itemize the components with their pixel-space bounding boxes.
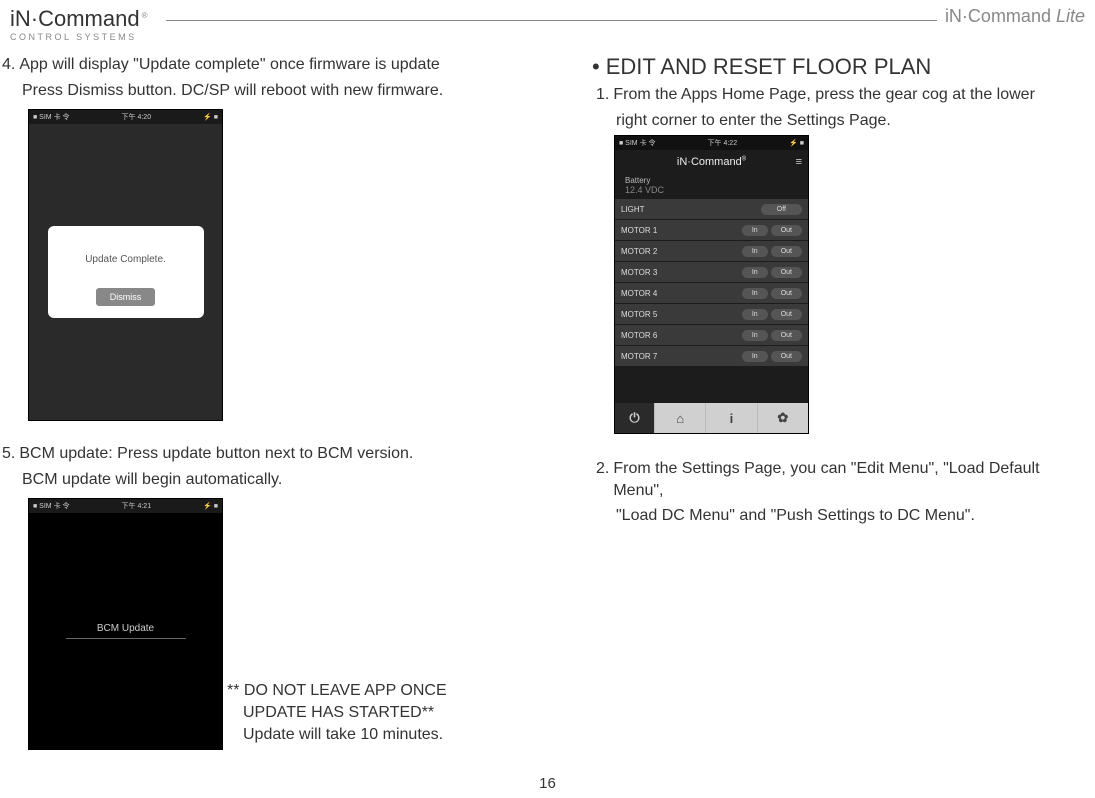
step-5: 5. BCM update: Press update button next …	[2, 443, 562, 465]
row-label: MOTOR 2	[621, 247, 739, 256]
screenshot-app-home: ■ SIM 卡 令 下午 4:22 ⚡ ■ iN·Command® ≡ Batt…	[614, 135, 809, 434]
row-button[interactable]: Out	[771, 246, 802, 257]
row-label: MOTOR 7	[621, 352, 739, 361]
update-complete-modal: Update Complete. Dismiss	[48, 226, 204, 318]
right-step-2: 2. From the Settings Page, you can "Edit…	[596, 458, 1085, 501]
row-button[interactable]: In	[742, 351, 768, 362]
nav-gear-button[interactable]: ✿	[758, 403, 808, 433]
logo-reg: ®	[142, 11, 148, 20]
right-step-2-line2: "Load DC Menu" and "Push Settings to DC …	[592, 505, 1085, 527]
app-row: MOTOR 5InOut	[615, 304, 808, 325]
logo-left-main: iN·Command	[10, 6, 140, 31]
logo-right: iN·Command Lite	[945, 6, 1085, 27]
app-title-bar: iN·Command® ≡	[615, 150, 808, 174]
screenshot-update-complete: ■ SIM 卡 令 下午 4:20 ⚡ ■ Update Complete. D…	[28, 109, 223, 421]
step-4-line2: Press Dismiss button. DC/SP will reboot …	[2, 80, 562, 102]
app-row: MOTOR 2InOut	[615, 241, 808, 262]
row-button[interactable]: In	[742, 330, 768, 341]
row-button[interactable]: Off	[761, 204, 802, 215]
warning-text: ** DO NOT LEAVE APP ONCE UPDATE HAS STAR…	[227, 680, 562, 745]
row-button[interactable]: In	[742, 246, 768, 257]
row-button[interactable]: Out	[771, 351, 802, 362]
right-step-1-line2: right corner to enter the Settings Page.	[592, 110, 1085, 132]
dismiss-button[interactable]: Dismiss	[96, 288, 156, 306]
row-label: MOTOR 4	[621, 289, 739, 298]
row-button[interactable]: In	[742, 288, 768, 299]
status-right: ⚡ ■	[203, 113, 218, 121]
screenshot-bcm-update: ■ SIM 卡 令 下午 4:21 ⚡ ■ BCM Update	[28, 498, 223, 750]
modal-message: Update Complete.	[48, 254, 204, 265]
menu-icon[interactable]: ≡	[796, 156, 802, 168]
row-label: MOTOR 3	[621, 268, 739, 277]
status-left: ■ SIM 卡 令	[619, 138, 656, 148]
app-row: MOTOR 6InOut	[615, 325, 808, 346]
step-5-line2: BCM update will begin automatically.	[2, 469, 562, 491]
row-label: MOTOR 5	[621, 310, 739, 319]
row-button[interactable]: In	[742, 309, 768, 320]
status-right: ⚡ ■	[203, 502, 218, 510]
status-center: 下午 4:21	[122, 501, 152, 511]
nav-power-button[interactable]: ⏻	[615, 403, 655, 433]
right-step-1: 1. From the Apps Home Page, press the ge…	[596, 84, 1085, 106]
app-row: MOTOR 3InOut	[615, 262, 808, 283]
row-button[interactable]: Out	[771, 267, 802, 278]
header-divider	[166, 20, 937, 21]
row-button[interactable]: Out	[771, 225, 802, 236]
row-label: MOTOR 1	[621, 226, 739, 235]
app-row: LIGHTOff	[615, 199, 808, 220]
bcm-update-label: BCM Update	[66, 623, 186, 639]
step-4: 4. App will display "Update complete" on…	[2, 54, 562, 76]
section-heading: • EDIT AND RESET FLOOR PLAN	[592, 54, 1085, 84]
nav-info-button[interactable]: i	[706, 403, 757, 433]
status-left: ■ SIM 卡 令	[33, 501, 70, 511]
app-row: MOTOR 4InOut	[615, 283, 808, 304]
status-center: 下午 4:20	[122, 112, 152, 122]
battery-display: Battery 12.4 VDC	[615, 174, 808, 199]
status-right: ⚡ ■	[789, 139, 804, 147]
page-number: 16	[539, 775, 556, 792]
logo-left-sub: CONTROL SYSTEMS	[10, 32, 148, 42]
row-button[interactable]: In	[742, 225, 768, 236]
row-button[interactable]: Out	[771, 288, 802, 299]
row-button[interactable]: In	[742, 267, 768, 278]
status-left: ■ SIM 卡 令	[33, 112, 70, 122]
status-center: 下午 4:22	[708, 138, 738, 148]
row-label: LIGHT	[621, 205, 758, 214]
app-row: MOTOR 1InOut	[615, 220, 808, 241]
logo-left: iN·Command® CONTROL SYSTEMS	[10, 6, 148, 42]
row-button[interactable]: Out	[771, 330, 802, 341]
nav-home-button[interactable]: ⌂	[655, 403, 706, 433]
row-label: MOTOR 6	[621, 331, 739, 340]
row-button[interactable]: Out	[771, 309, 802, 320]
app-row: MOTOR 7InOut	[615, 346, 808, 367]
